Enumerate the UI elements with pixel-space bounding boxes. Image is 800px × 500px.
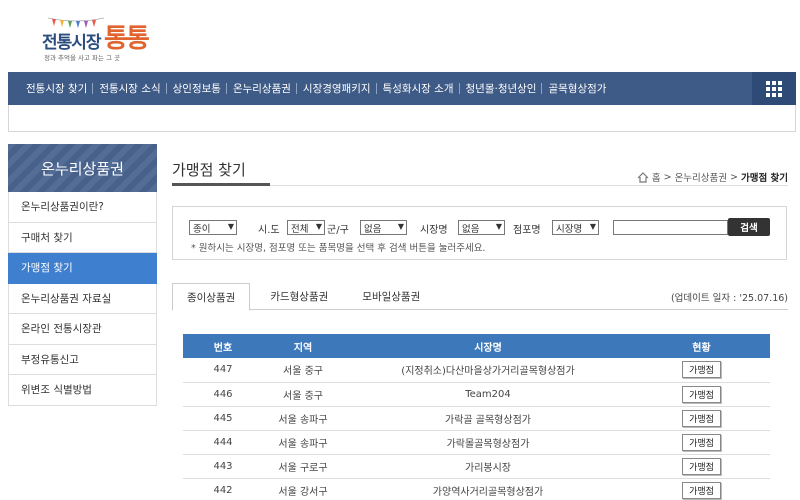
- nav-item-management-package[interactable]: 시장경영패키지: [295, 81, 377, 96]
- cell-no: 443: [183, 454, 263, 479]
- cell-region: 서울 강서구: [263, 478, 343, 500]
- cell-no: 447: [183, 358, 263, 383]
- col-header-status: 현황: [633, 334, 770, 358]
- tab-paper[interactable]: 종이상품권: [172, 283, 251, 311]
- cell-status: 가맹점: [633, 478, 770, 500]
- tab-mobile[interactable]: 모바일상품권: [348, 283, 434, 310]
- cell-no: 444: [183, 430, 263, 455]
- all-menu-button[interactable]: [752, 72, 796, 105]
- chevron-down-icon: ▼: [227, 222, 234, 231]
- sidebar-item-buy-place[interactable]: 구매처 찾기: [8, 222, 157, 253]
- market-select[interactable]: 없음 ▼: [458, 220, 505, 235]
- chevron-down-icon: ▼: [315, 222, 322, 231]
- cell-status: 가맹점: [633, 358, 770, 383]
- store-search-type-select[interactable]: 시장명 ▼: [552, 220, 599, 235]
- table-row: 445 서울 송파구 가락골 골목형상점가 가맹점: [183, 406, 770, 431]
- sido-label: 시.도: [258, 225, 280, 236]
- logo-accent-text: 통통: [104, 24, 150, 54]
- site-logo[interactable]: 전통시장 통통 정과 추억을 사고 파는 그 곳: [42, 12, 152, 62]
- sub-nav-bar: [8, 105, 796, 132]
- cell-status: 가맹점: [633, 454, 770, 479]
- cell-market: (지정취소)다산마을상가거리골목형상점가: [343, 358, 633, 383]
- sidebar-item-online-market[interactable]: 온라인 전통시장관: [8, 314, 157, 345]
- nav-item-market-search[interactable]: 전통시장 찾기: [26, 81, 93, 96]
- market-label: 시장명: [420, 225, 448, 236]
- store-list-button[interactable]: 가맹점: [682, 361, 721, 379]
- cell-market: 가리봉시장: [343, 454, 633, 479]
- search-hint: * 원하시는 시장명, 점포명 또는 품목명을 선택 후 검색 버튼을 눌러주세…: [191, 243, 486, 254]
- table-row: 444 서울 송파구 가락몰골목형상점가 가맹점: [183, 430, 770, 455]
- cell-region: 서울 구로구: [263, 454, 343, 479]
- breadcrumb-sep: >: [663, 171, 672, 183]
- search-panel: 종이 ▼ 시.도 전체 ▼ 군/구 없음 ▼ 시장명 없음 ▼ 점포명 시장명 ▼ 검색 …: [172, 206, 787, 260]
- sidebar-menu: 온누리상품권이란? 구매처 찾기 가맹점 찾기 온누리상품권 자료실 온라인 전…: [8, 192, 157, 406]
- nav-item-merchant-info[interactable]: 상인정보통: [165, 81, 227, 96]
- sidebar-title: 온누리상품권: [8, 144, 157, 192]
- search-button[interactable]: 검색: [728, 218, 770, 236]
- cell-market: 가락골 골목형상점가: [343, 406, 633, 431]
- breadcrumb: 홈 > 온누리상품권 > 가맹점 찾기: [637, 170, 788, 184]
- cell-region: 서울 중구: [263, 382, 343, 407]
- voucher-type-select[interactable]: 종이 ▼: [189, 220, 237, 235]
- cell-status: 가맹점: [633, 382, 770, 407]
- chevron-down-icon: ▼: [397, 222, 404, 231]
- gungu-select[interactable]: 없음 ▼: [360, 220, 407, 235]
- main-nav: 전통시장 찾기 전통시장 소식 상인정보통 온누리상품권 시장경영패키지 특성화…: [8, 72, 796, 105]
- table-row: 447 서울 중구 (지정취소)다산마을상가거리골목형상점가 가맹점: [183, 358, 770, 383]
- breadcrumb-sep: >: [730, 171, 738, 183]
- cell-status: 가맹점: [633, 430, 770, 455]
- sidebar-item-resources[interactable]: 온누리상품권 자료실: [8, 283, 157, 314]
- gungu-label: 군/구: [327, 225, 349, 236]
- nav-item-onnuri[interactable]: 온누리상품권: [225, 81, 297, 96]
- grid-menu-icon: [766, 80, 782, 97]
- store-list-button[interactable]: 가맹점: [682, 433, 721, 451]
- col-header-region: 지역: [263, 334, 343, 358]
- breadcrumb-home[interactable]: 홈: [652, 170, 661, 184]
- nav-item-alley-shops[interactable]: 골목형상점가: [541, 81, 612, 96]
- sidebar-item-counterfeit[interactable]: 위변조 식별방법: [8, 375, 157, 406]
- store-label: 점포명: [513, 225, 541, 236]
- store-list-button[interactable]: 가맹점: [682, 385, 721, 403]
- col-header-no: 번호: [183, 334, 263, 358]
- bunting-flags-icon: [47, 17, 105, 28]
- table-header-row: 번호 지역 시장명 현황: [183, 334, 770, 358]
- sidebar-item-about[interactable]: 온누리상품권이란?: [8, 192, 157, 223]
- breadcrumb-parent[interactable]: 온누리상품권: [675, 170, 727, 184]
- table-row: 442 서울 강서구 가양역사거리골목형상점가 가맹점: [183, 478, 770, 500]
- cell-market: Team204: [343, 382, 633, 407]
- chevron-down-icon: ▼: [589, 222, 596, 231]
- cell-region: 서울 중구: [263, 358, 343, 383]
- search-input[interactable]: [613, 220, 728, 235]
- logo-main-text: 전통시장: [42, 33, 102, 53]
- update-date: (업데이트 일자 : '25.07.16): [670, 293, 788, 304]
- home-icon[interactable]: [637, 171, 649, 183]
- nav-item-youth-mall[interactable]: 청년몰·청년상인: [458, 81, 543, 96]
- store-list-button[interactable]: 가맹점: [682, 409, 721, 427]
- logo-tagline: 정과 추억을 사고 파는 그 곳: [44, 54, 121, 62]
- store-list-button[interactable]: 가맹점: [682, 457, 721, 475]
- store-list-button[interactable]: 가맹점: [682, 481, 721, 499]
- cell-region: 서울 송파구: [263, 406, 343, 431]
- cell-region: 서울 송파구: [263, 430, 343, 455]
- title-underline: [172, 183, 270, 186]
- tab-card[interactable]: 카드형상품권: [256, 283, 342, 310]
- table-row: 443 서울 구로구 가리봉시장 가맹점: [183, 454, 770, 479]
- nav-item-special-market[interactable]: 특성화시장 소개: [375, 81, 460, 96]
- sidebar-item-store-search[interactable]: 가맹점 찾기: [8, 253, 157, 284]
- table-row: 446 서울 중구 Team204 가맹점: [183, 382, 770, 407]
- breadcrumb-current: 가맹점 찾기: [740, 173, 788, 184]
- col-header-market: 시장명: [343, 334, 633, 358]
- store-table: 번호 지역 시장명 현황 447 서울 중구 (지정취소)다산마을상가거리골목형…: [183, 334, 770, 500]
- cell-no: 446: [183, 382, 263, 407]
- cell-no: 445: [183, 406, 263, 431]
- cell-no: 442: [183, 478, 263, 500]
- chevron-down-icon: ▼: [495, 222, 502, 231]
- sido-select[interactable]: 전체 ▼: [287, 220, 325, 235]
- cell-status: 가맹점: [633, 406, 770, 431]
- sidebar-item-report[interactable]: 부정유통신고: [8, 344, 157, 375]
- cell-market: 가락몰골목형상점가: [343, 430, 633, 455]
- cell-market: 가양역사거리골목형상점가: [343, 478, 633, 500]
- page-title: 가맹점 찾기: [172, 161, 246, 179]
- nav-item-market-news[interactable]: 전통시장 소식: [92, 81, 166, 96]
